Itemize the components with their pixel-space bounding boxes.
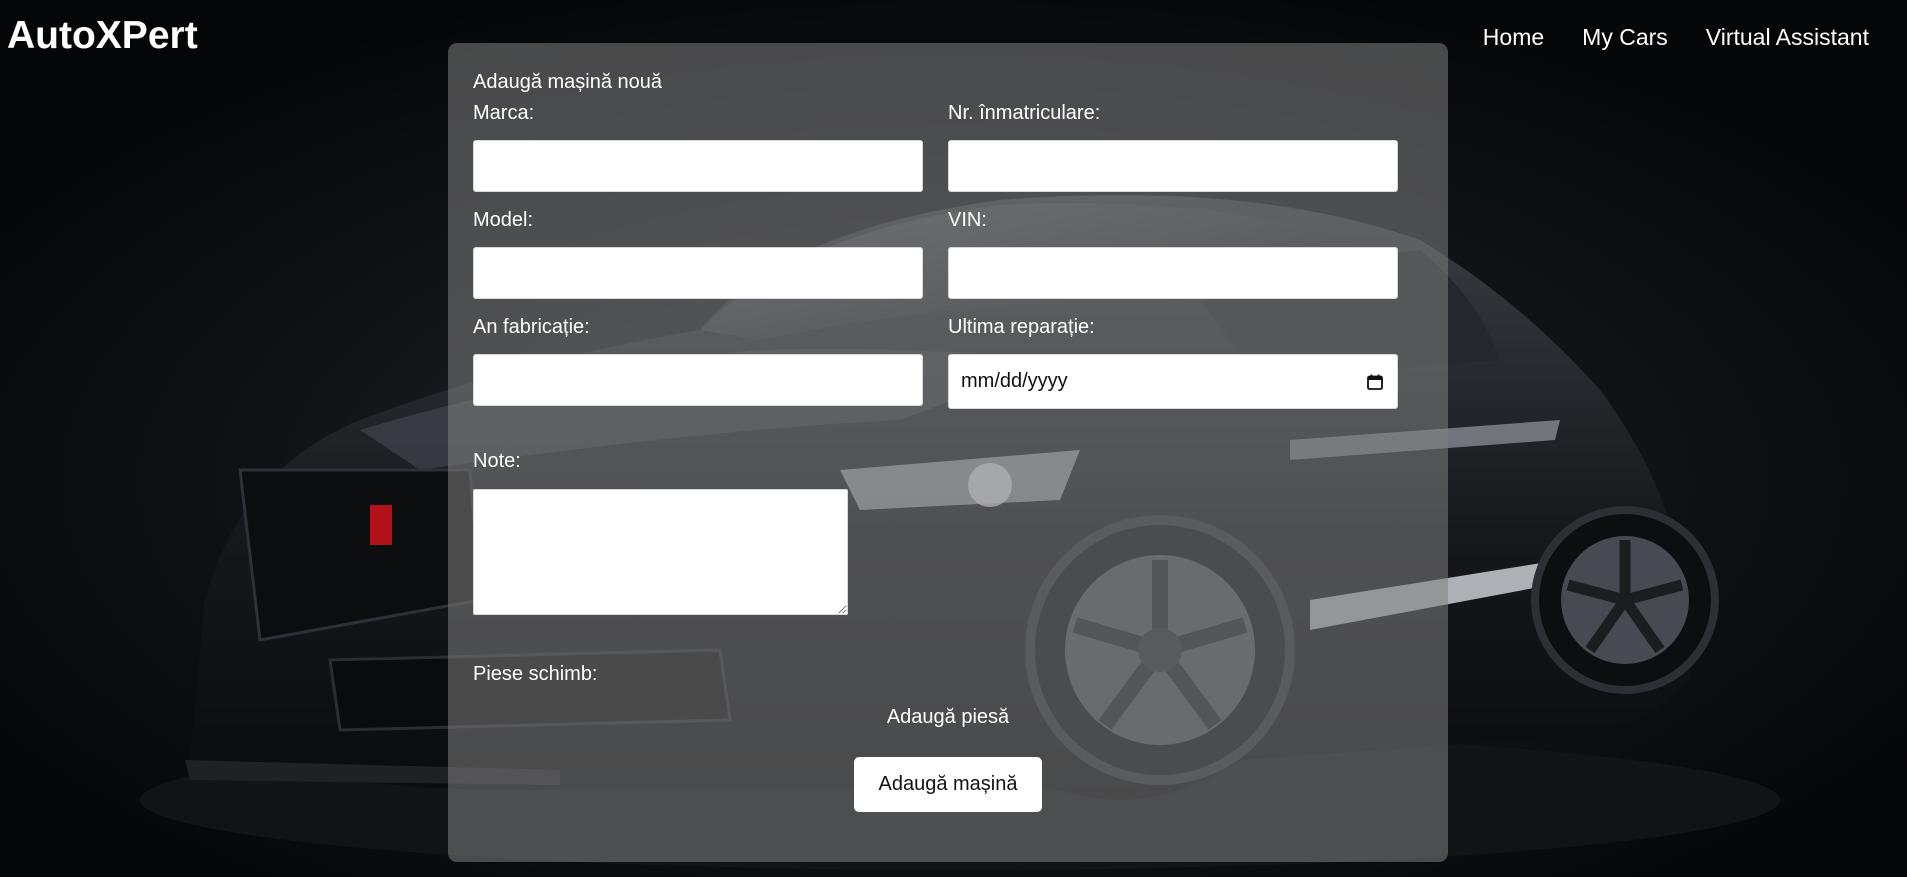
nav-virtual-assistant[interactable]: Virtual Assistant — [1706, 24, 1869, 51]
an-fabricatie-input[interactable] — [473, 354, 923, 406]
vin-label: VIN: — [948, 209, 987, 231]
ultima-reparatie-date-input[interactable]: mm/dd/yyyy — [948, 354, 1398, 409]
nr-inmatriculare-input[interactable] — [948, 140, 1398, 192]
date-placeholder: mm/dd/yyyy — [961, 370, 1068, 392]
nav-my-cars[interactable]: My Cars — [1582, 24, 1668, 51]
an-fabricatie-label: An fabricație: — [473, 316, 590, 338]
note-label: Note: — [473, 450, 521, 472]
add-part-button[interactable]: Adaugă piesă — [448, 706, 1448, 729]
form-title: Adaugă mașină nouă — [473, 71, 663, 93]
ultima-reparatie-label: Ultima reparație: — [948, 316, 1095, 338]
nav-home[interactable]: Home — [1483, 24, 1544, 51]
note-textarea[interactable] — [473, 489, 848, 615]
main-nav: Home My Cars Virtual Assistant — [1483, 24, 1869, 51]
nr-inmatriculare-label: Nr. înmatriculare: — [948, 102, 1101, 124]
marca-label: Marca: — [473, 102, 535, 124]
model-label: Model: — [473, 209, 534, 231]
add-car-form: Adaugă mașină nouă Marca: Nr. înmatricul… — [448, 43, 1448, 862]
calendar-icon[interactable] — [1366, 373, 1384, 391]
model-input[interactable] — [473, 247, 923, 299]
brand-logo[interactable]: AutoXPert — [7, 14, 198, 58]
add-car-button[interactable]: Adaugă mașină — [854, 757, 1042, 812]
vin-input[interactable] — [948, 247, 1398, 299]
marca-input[interactable] — [473, 140, 923, 192]
piese-schimb-label: Piese schimb: — [473, 663, 598, 685]
